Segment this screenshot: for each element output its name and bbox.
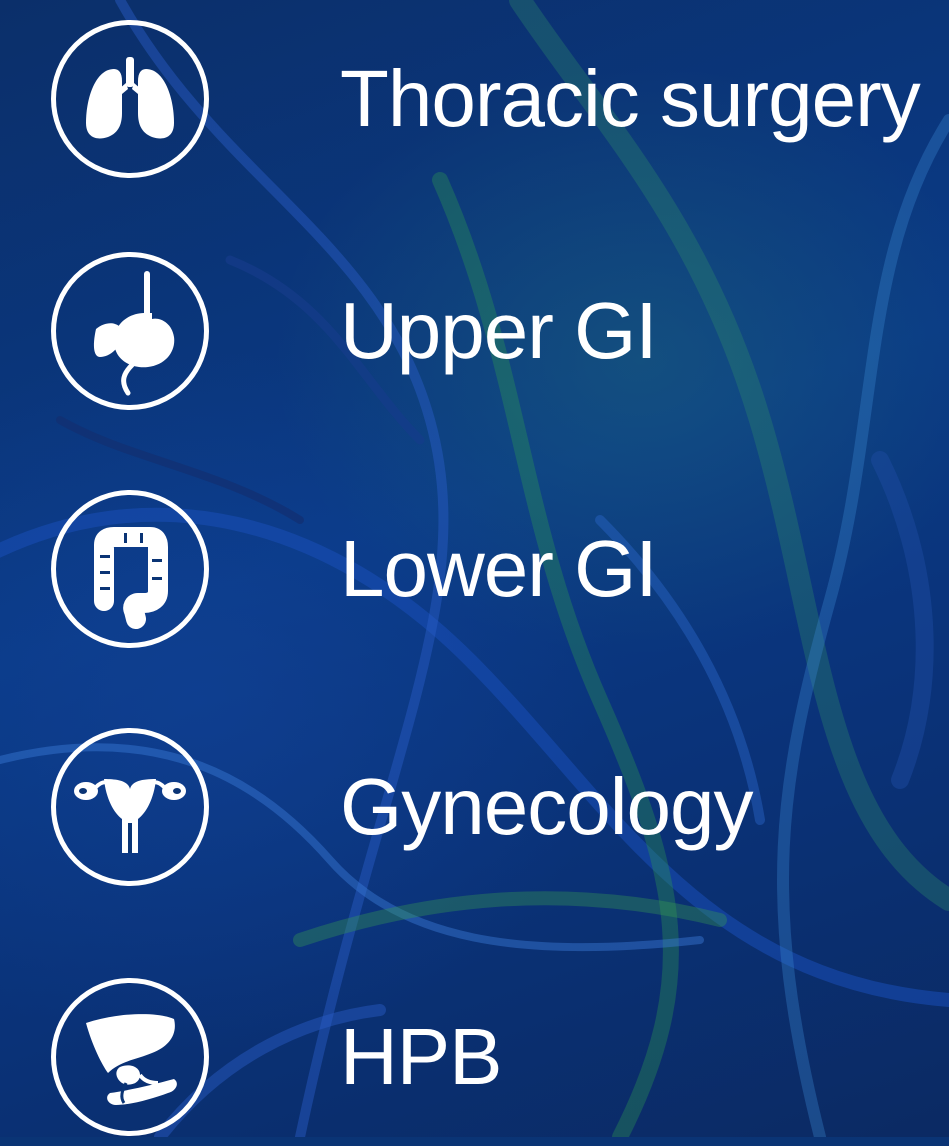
specialty-item-lower-gi[interactable]: Lower GI	[48, 490, 938, 658]
specialty-item-gynecology[interactable]: Gynecology	[48, 728, 938, 896]
specialty-label: HPB	[340, 1012, 502, 1101]
uterus-icon	[51, 728, 209, 886]
specialty-item-hpb[interactable]: HPB	[48, 978, 938, 1146]
specialty-label: Upper GI	[340, 286, 658, 375]
colon-icon	[51, 490, 209, 648]
esophagus-stomach-icon	[51, 252, 209, 410]
lungs-icon	[51, 20, 209, 178]
specialty-item-thoracic-surgery[interactable]: Thoracic surgery	[48, 20, 938, 188]
specialty-label: Thoracic surgery	[340, 54, 921, 143]
specialty-item-upper-gi[interactable]: Upper GI	[48, 252, 938, 420]
specialty-label: Lower GI	[340, 524, 658, 613]
specialty-list: Thoracic surgery Upper GI Lower GI Gynec…	[0, 0, 949, 1137]
specialty-label: Gynecology	[340, 762, 753, 851]
liver-pancreas-icon	[51, 978, 209, 1136]
